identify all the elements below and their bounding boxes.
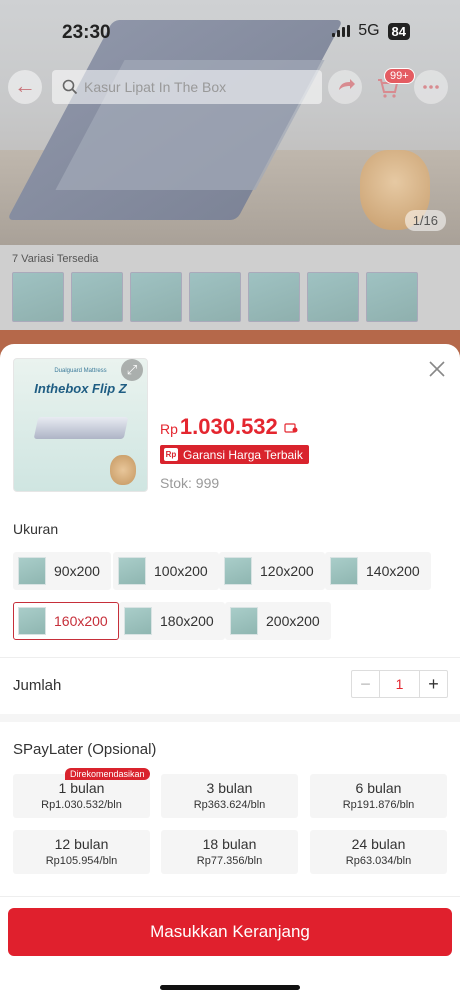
size-option-label: 140x200 <box>366 563 420 579</box>
section-divider <box>0 714 460 722</box>
variant-thumb[interactable] <box>366 272 418 322</box>
stock-label: Stok: 999 <box>160 475 220 491</box>
search-input[interactable]: Kasur Lipat In The Box <box>52 70 322 104</box>
size-option-160x200[interactable]: 160x200 <box>13 602 119 640</box>
installment-amount: Rp63.034/bln <box>345 855 412 867</box>
variants-label: 7 Variasi Tersedia <box>12 253 99 265</box>
search-placeholder: Kasur Lipat In The Box <box>84 79 227 95</box>
size-option-label: 120x200 <box>260 563 314 579</box>
installment-months: 18 bulan <box>202 836 257 852</box>
share-button[interactable] <box>328 70 362 104</box>
variant-thumb[interactable] <box>307 272 359 322</box>
variant-thumb[interactable] <box>189 272 241 322</box>
quantity-stepper: − 1 + <box>351 670 448 698</box>
size-thumb <box>224 557 252 585</box>
size-section-label: Ukuran <box>13 521 59 537</box>
more-icon <box>423 85 439 89</box>
installment-option-1[interactable]: 1 bulan Rp1.030.532/bln <box>13 774 150 818</box>
price-currency: Rp <box>160 421 178 437</box>
guarantee-icon: Rp <box>164 448 178 461</box>
size-thumb <box>18 557 46 585</box>
installment-option-3[interactable]: 3 bulan Rp363.624/bln <box>161 774 298 818</box>
quantity-value[interactable]: 1 <box>380 671 419 697</box>
image-counter: 1/16 <box>404 210 446 231</box>
guarantee-label: Garansi Harga Terbaik <box>183 447 303 462</box>
installment-months: 24 bulan <box>351 836 406 852</box>
installment-amount: Rp105.954/bln <box>45 855 118 867</box>
expand-icon: ⤢ <box>126 362 138 377</box>
divider <box>0 657 460 658</box>
product-image-brand: Inthebox Flip Z <box>34 381 127 396</box>
spaylater-label: SPayLater (Opsional) <box>13 741 157 758</box>
size-option-200x200[interactable]: 200x200 <box>225 602 331 640</box>
cart-count-badge: 99+ <box>384 68 415 84</box>
size-option-label: 90x200 <box>54 563 100 579</box>
size-thumb <box>230 607 258 635</box>
variant-thumb[interactable] <box>71 272 123 322</box>
product-top-bar: ← Kasur Lipat In The Box 99+ <box>0 66 460 108</box>
status-time: 23:30 <box>62 22 111 43</box>
size-thumb <box>18 607 46 635</box>
size-option-180x200[interactable]: 180x200 <box>119 602 225 640</box>
more-button[interactable] <box>414 70 448 104</box>
installment-option-6[interactable]: 6 bulan Rp191.876/bln <box>310 774 447 818</box>
product-image-cat <box>110 455 136 485</box>
installment-option-12[interactable]: 12 bulan Rp105.954/bln <box>13 830 150 874</box>
share-icon <box>339 79 355 90</box>
home-indicator <box>160 985 300 990</box>
back-button[interactable]: ← <box>8 70 42 104</box>
quantity-label: Jumlah <box>13 677 62 694</box>
installment-months: 3 bulan <box>206 780 253 796</box>
price-value: 1.030.532 <box>179 414 278 439</box>
product-image-mattress <box>33 417 129 439</box>
network-label: 5G <box>358 22 380 39</box>
signal-icon <box>332 25 351 37</box>
variant-thumb[interactable] <box>12 272 64 322</box>
variant-thumb[interactable] <box>248 272 300 322</box>
size-option-label: 100x200 <box>154 563 208 579</box>
close-icon <box>429 361 445 377</box>
battery-icon: 84 <box>387 22 410 40</box>
installment-amount: Rp77.356/bln <box>196 855 263 867</box>
installment-amount: Rp191.876/bln <box>342 799 415 811</box>
installment-months: 6 bulan <box>355 780 402 796</box>
search-icon <box>62 79 78 95</box>
variants-strip: 7 Variasi Tersedia <box>0 245 460 330</box>
price: Rp 1.030.532 <box>160 414 298 440</box>
price-tag-icon <box>284 422 298 437</box>
status-bar: 23:30 5G 84 <box>0 0 460 60</box>
size-thumb <box>124 607 152 635</box>
size-option-label: 200x200 <box>266 613 320 629</box>
installment-option-24[interactable]: 24 bulan Rp63.034/bln <box>310 830 447 874</box>
close-button[interactable] <box>424 356 450 382</box>
installment-months: 1 bulan <box>58 780 105 796</box>
best-price-guarantee-badge[interactable]: Rp Garansi Harga Terbaik <box>160 445 309 464</box>
size-thumb <box>330 557 358 585</box>
expand-image-button[interactable]: ⤢ <box>121 359 143 381</box>
size-option-140x200[interactable]: 140x200 <box>325 552 431 590</box>
installment-amount: Rp363.624/bln <box>193 799 266 811</box>
size-option-100x200[interactable]: 100x200 <box>113 552 219 590</box>
size-thumb <box>118 557 146 585</box>
recommended-badge: Direkomendasikan <box>65 768 150 780</box>
size-option-label: 160x200 <box>54 613 108 629</box>
background-product-page: 1/16 23:30 5G 84 ← Kasur Lipat In The Bo… <box>0 0 460 360</box>
installment-months: 12 bulan <box>54 836 109 852</box>
size-option-90x200[interactable]: 90x200 <box>13 552 111 590</box>
status-indicators: 5G 84 <box>332 22 410 40</box>
variant-thumb[interactable] <box>130 272 182 322</box>
size-option-120x200[interactable]: 120x200 <box>219 552 325 590</box>
add-to-cart-button[interactable]: Masukkan Keranjang <box>8 908 452 956</box>
quantity-decrease-button[interactable]: − <box>352 671 380 697</box>
installment-amount: Rp1.030.532/bln <box>41 799 122 811</box>
size-option-label: 180x200 <box>160 613 214 629</box>
installment-option-18[interactable]: 18 bulan Rp77.356/bln <box>161 830 298 874</box>
arrow-left-icon: ← <box>14 73 36 98</box>
quantity-increase-button[interactable]: + <box>419 671 447 697</box>
